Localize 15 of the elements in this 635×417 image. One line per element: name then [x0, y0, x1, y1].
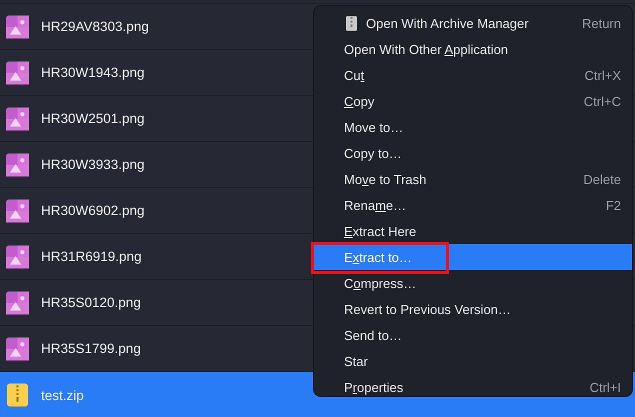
shortcut-label: Delete: [583, 172, 621, 186]
file-name: HR35S0120.png: [41, 295, 141, 310]
shortcut-label: F2: [606, 198, 621, 212]
file-name: HR31R6919.png: [41, 249, 142, 264]
shortcut-label: Ctrl+I: [590, 380, 621, 394]
shortcut-label: Ctrl+C: [584, 94, 621, 108]
file-name: HR30W3933.png: [41, 157, 145, 172]
file-name: HR30W2501.png: [41, 111, 145, 126]
file-name: test.zip: [41, 388, 84, 402]
file-name: HR35S1799.png: [41, 341, 141, 356]
file-name: HR30W1943.png: [41, 65, 145, 80]
shortcut-label: Return: [582, 16, 621, 30]
file-name: HR29AV8303.png: [41, 19, 149, 34]
shortcut-label: Ctrl+X: [584, 68, 621, 82]
file-name: HR30W6902.png: [41, 203, 145, 218]
